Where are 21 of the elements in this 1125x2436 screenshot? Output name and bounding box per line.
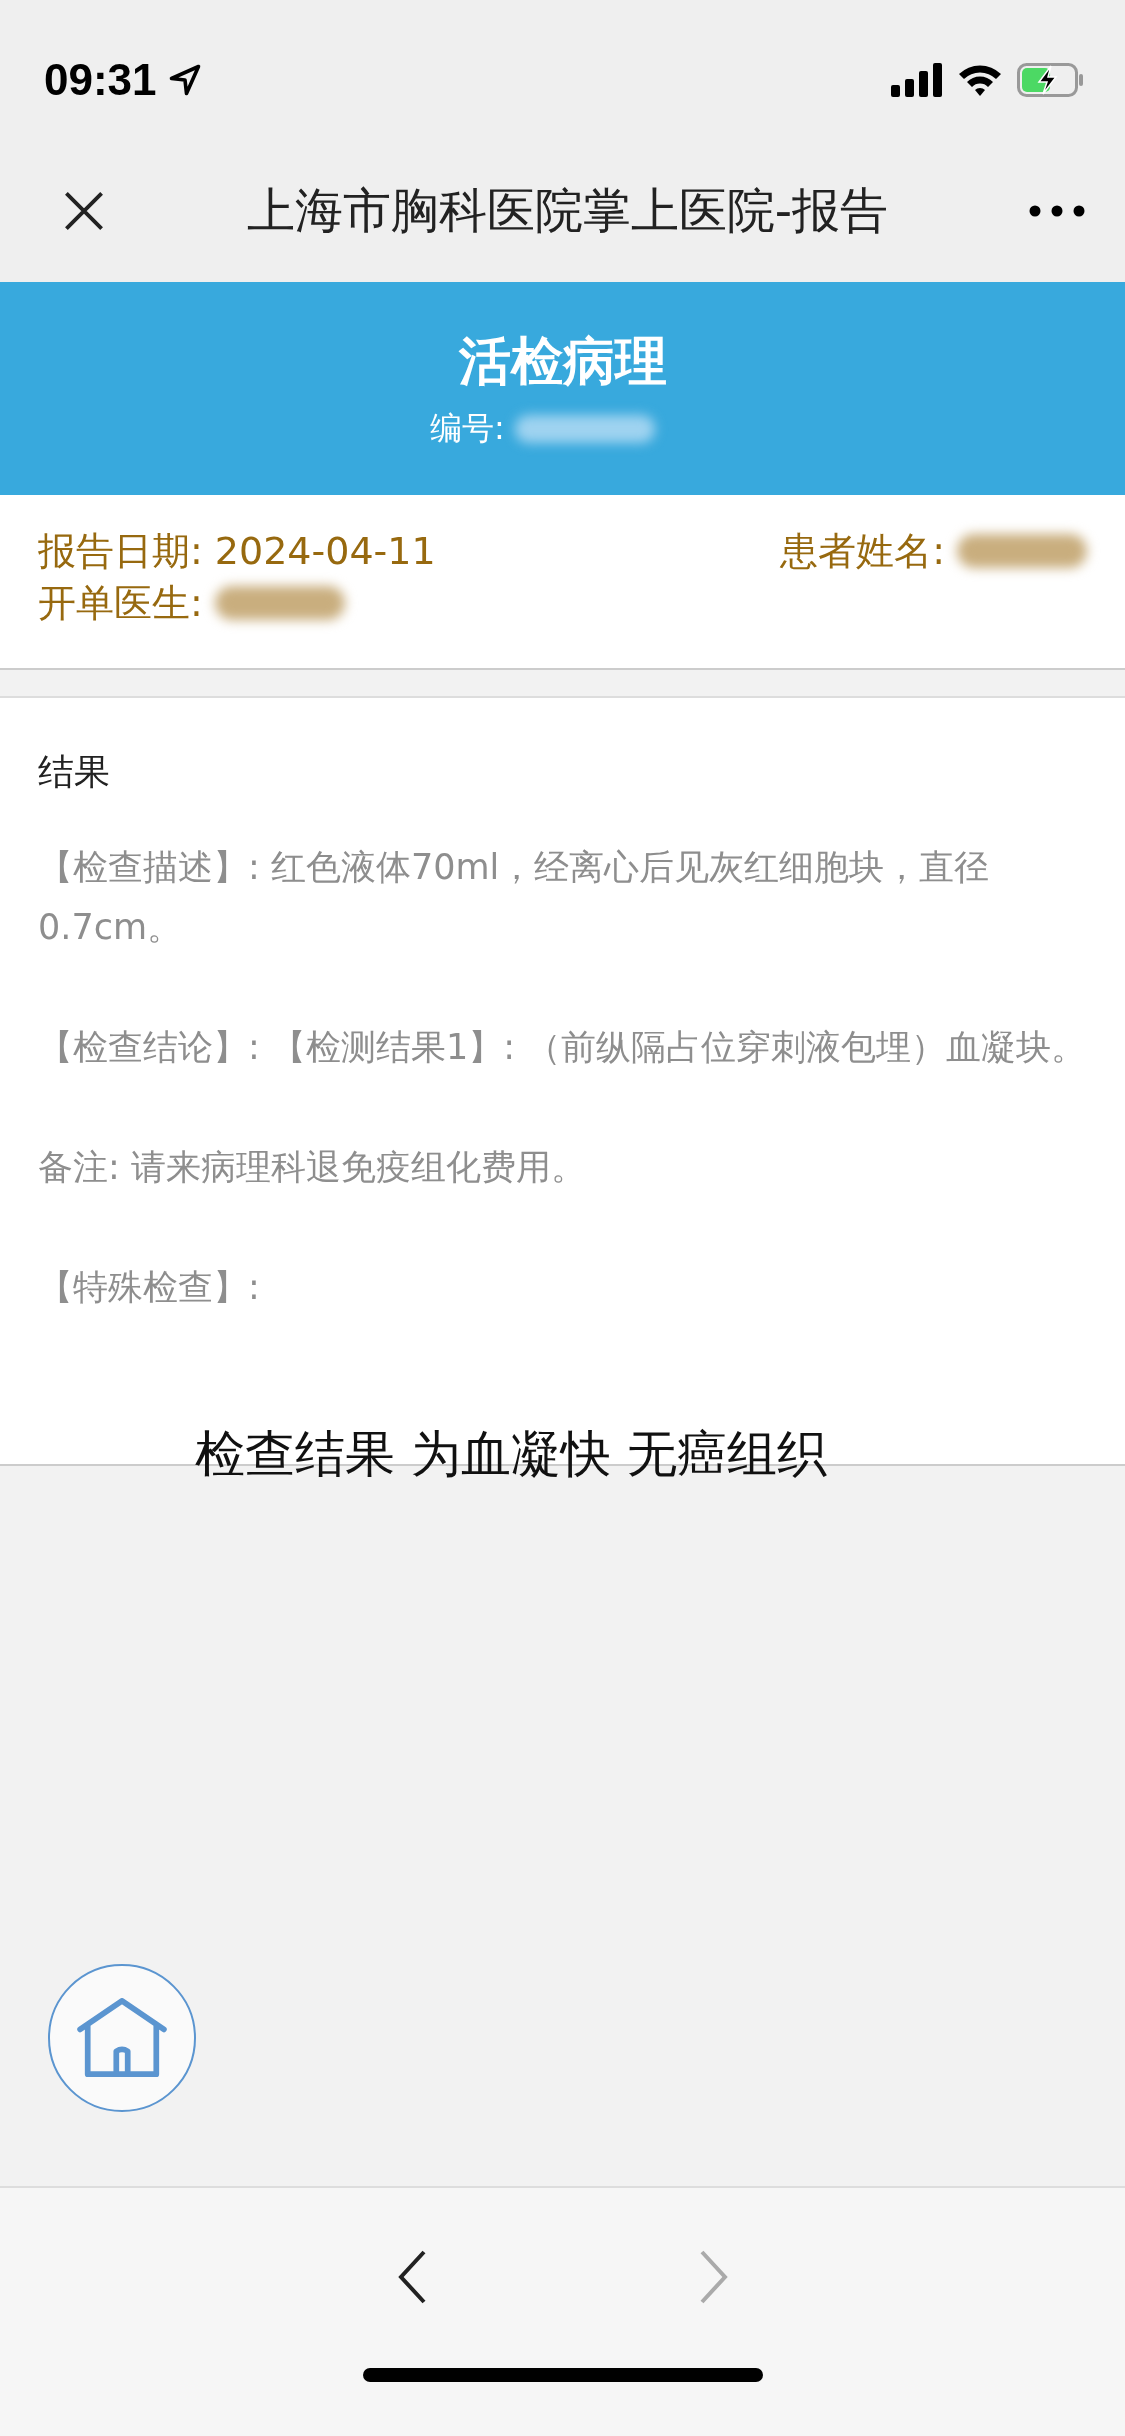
more-icon[interactable] bbox=[1029, 205, 1085, 217]
result-paragraph: 备注: 请来病理科退免疫组化费用。 bbox=[38, 1146, 587, 1189]
result-heading: 结果 bbox=[38, 750, 111, 794]
report-date: 2024-04-11 bbox=[214, 528, 436, 575]
signal-icon bbox=[891, 63, 943, 97]
back-chevron-icon[interactable] bbox=[397, 2250, 428, 2304]
close-icon[interactable] bbox=[62, 189, 106, 233]
report-number-label: 编号: bbox=[430, 407, 505, 449]
battery-icon bbox=[1017, 63, 1085, 97]
annotation-text: 检查结果 为血凝快 无癌组织 bbox=[195, 1424, 827, 1485]
report-date-label: 报告日期: bbox=[38, 528, 203, 575]
report-title: 活检病理 bbox=[458, 329, 667, 393]
result-paragraph: 【检查描述】: 红色液体70ml，经离心后见灰红细胞块，直径0.7cm。 bbox=[38, 846, 991, 949]
status-time: 09:31 bbox=[44, 55, 157, 105]
patient-name-label: 患者姓名: bbox=[780, 528, 945, 575]
home-icon bbox=[76, 1998, 168, 2078]
result-paragraph: 【特殊检查】: bbox=[38, 1266, 261, 1309]
doctor-label: 开单医生: bbox=[38, 580, 203, 627]
result-paragraph: 【检查结论】: 【检测结果1】: （前纵隔占位穿刺液包埋）血凝块。 bbox=[38, 1026, 1087, 1069]
wifi-icon bbox=[957, 63, 1003, 97]
page-title: 上海市胸科医院掌上医院-报告 bbox=[245, 181, 890, 240]
